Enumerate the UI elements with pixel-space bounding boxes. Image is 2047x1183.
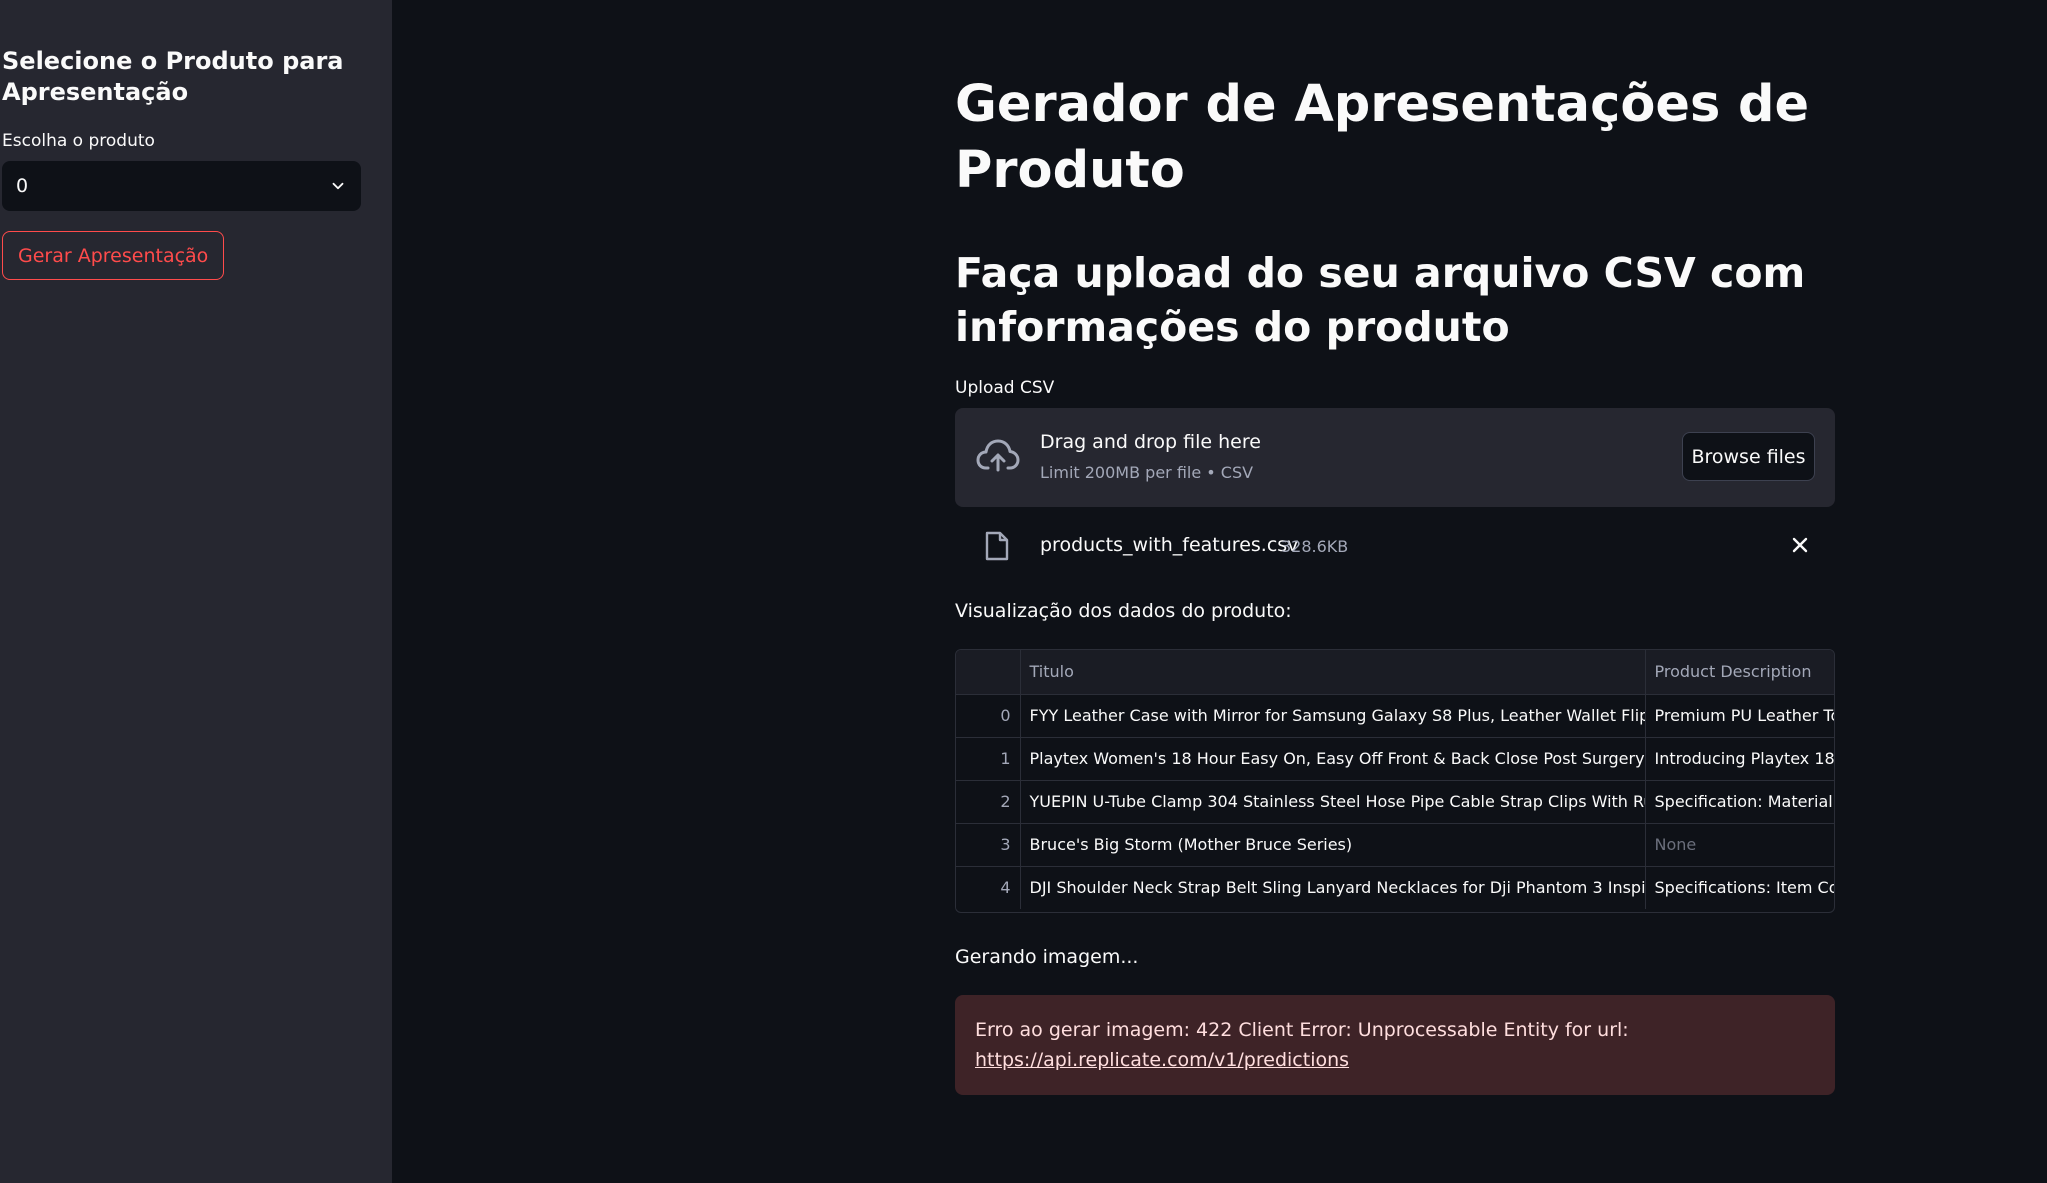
table-row: 1 Playtex Women's 18 Hour Easy On, Easy …	[956, 737, 1834, 781]
uploaded-file: products_with_features.csv 328.6KB	[955, 520, 1835, 570]
cell-titulo[interactable]: DJI Shoulder Neck Strap Belt Sling Lanya…	[1020, 866, 1646, 909]
close-icon[interactable]	[1789, 534, 1811, 556]
table-row: 2 YUEPIN U-Tube Clamp 304 Stainless Stee…	[956, 780, 1834, 824]
column-header-titulo[interactable]: Titulo	[1020, 650, 1646, 695]
row-index[interactable]: 4	[956, 866, 1021, 909]
preview-label: Visualização dos dados do produto:	[955, 600, 1292, 622]
dropzone-limit: Limit 200MB per file • CSV	[1040, 463, 1254, 482]
dropzone-instructions: Drag and drop file here	[1040, 431, 1261, 453]
product-select-label: Escolha o produto	[2, 131, 155, 151]
table-row: 3 Bruce's Big Storm (Mother Bruce Series…	[956, 823, 1834, 867]
browse-files-button[interactable]: Browse files	[1682, 432, 1815, 481]
cell-description[interactable]: Specification: Material: 3	[1645, 780, 1834, 824]
cell-description[interactable]: Introducing Playtex 18 ho	[1645, 737, 1834, 781]
sidebar-title: Selecione o Produto para Apresentação	[2, 47, 344, 106]
cell-titulo[interactable]: Playtex Women's 18 Hour Easy On, Easy Of…	[1020, 737, 1646, 781]
page-subtitle: Faça upload do seu arquivo CSV com infor…	[955, 249, 1806, 351]
upload-label: Upload CSV	[955, 378, 1055, 398]
file-name: products_with_features.csv	[1040, 534, 1299, 556]
file-size: 328.6KB	[1281, 537, 1349, 556]
error-link[interactable]: https://api.replicate.com/v1/predictions	[975, 1049, 1349, 1071]
status-text: Gerando imagem...	[955, 946, 1139, 968]
file-dropzone[interactable]: Drag and drop file here Limit 200MB per …	[955, 408, 1835, 507]
error-message: Erro ao gerar imagem: 422 Client Error: …	[975, 1019, 1629, 1041]
cloud-upload-icon	[976, 439, 1020, 472]
column-header-index[interactable]	[956, 650, 1021, 695]
row-index[interactable]: 1	[956, 737, 1021, 781]
row-index[interactable]: 3	[956, 823, 1021, 867]
product-select-value: 0	[16, 175, 29, 197]
table-header-row: Titulo Product Description	[956, 650, 1834, 695]
cell-description[interactable]: Premium PU Leather Top	[1645, 694, 1834, 738]
error-alert: Erro ao gerar imagem: 422 Client Error: …	[955, 995, 1835, 1095]
data-table[interactable]: Titulo Product Description 0 FYY Leather…	[955, 649, 1835, 913]
chevron-down-icon	[332, 182, 344, 190]
generate-presentation-button[interactable]: Gerar Apresentação	[2, 231, 225, 280]
cell-description[interactable]: None	[1645, 823, 1834, 867]
cell-titulo[interactable]: Bruce's Big Storm (Mother Bruce Series)	[1020, 823, 1646, 867]
table-row: 0 FYY Leather Case with Mirror for Samsu…	[956, 694, 1834, 738]
page-title: Gerador de Apresentações de Produto	[955, 75, 1810, 200]
cell-description[interactable]: Specifications: Item Cond	[1645, 866, 1834, 909]
product-select[interactable]: 0	[2, 161, 361, 211]
column-header-description[interactable]: Product Description	[1645, 650, 1834, 695]
sidebar: Selecione o Produto para Apresentação Es…	[0, 0, 392, 1183]
cell-titulo[interactable]: FYY Leather Case with Mirror for Samsung…	[1020, 694, 1646, 738]
cell-titulo[interactable]: YUEPIN U-Tube Clamp 304 Stainless Steel …	[1020, 780, 1646, 824]
file-icon	[985, 531, 1009, 561]
row-index[interactable]: 0	[956, 694, 1021, 738]
row-index[interactable]: 2	[956, 780, 1021, 824]
table-row: 4 DJI Shoulder Neck Strap Belt Sling Lan…	[956, 866, 1834, 909]
